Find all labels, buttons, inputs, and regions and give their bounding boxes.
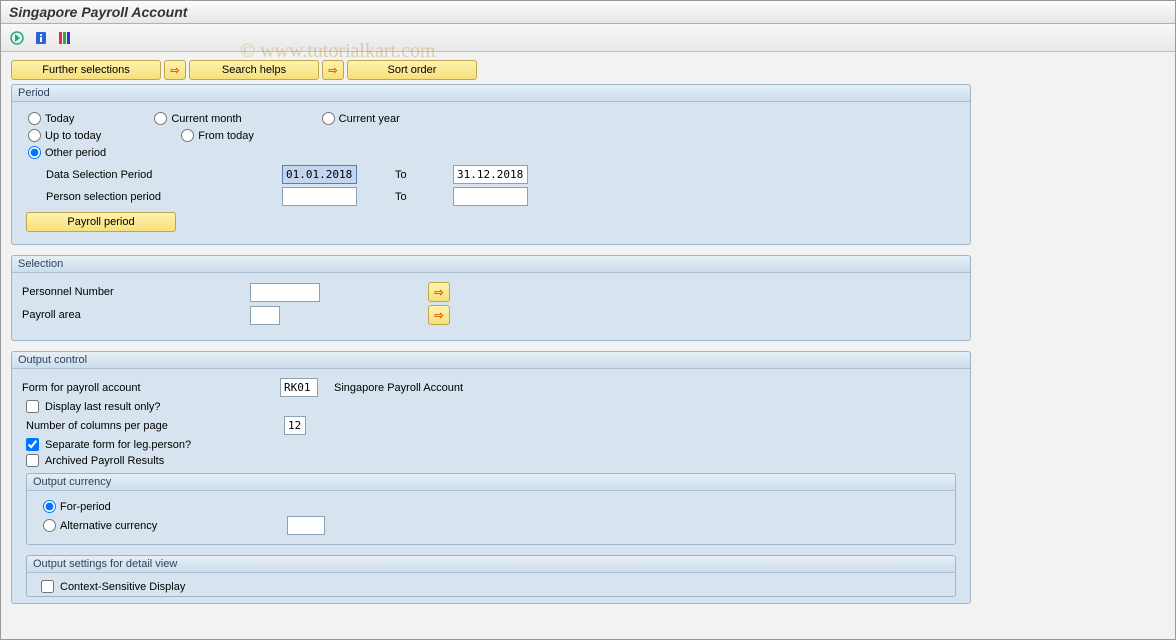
group-title: Output control (12, 352, 970, 369)
app-window: Singapore Payroll Account © www.tutorial… (0, 0, 1176, 640)
action-button-row: Further selections ⇨ Search helps ⇨ Sort… (11, 60, 1165, 80)
payroll-area-label: Payroll area (22, 309, 242, 321)
form-desc: Singapore Payroll Account (334, 382, 463, 394)
content-area: Further selections ⇨ Search helps ⇨ Sort… (1, 52, 1175, 612)
period-group: Period Today Current month Current year … (11, 84, 971, 245)
person-selection-label: Person selection period (46, 191, 206, 203)
page-title: Singapore Payroll Account (9, 4, 187, 20)
person-selection-to-input[interactable] (453, 187, 528, 206)
form-label: Form for payroll account (22, 382, 272, 394)
search-helps-arrow-button[interactable]: ⇨ (164, 60, 186, 80)
sort-order-button[interactable]: Sort order (347, 60, 477, 80)
separate-form-checkbox[interactable] (26, 438, 39, 451)
output-currency-group: Output currency For-period Alternative c… (26, 473, 956, 545)
for-period-radio[interactable]: For-period (43, 500, 111, 513)
columns-input[interactable] (284, 416, 306, 435)
payroll-area-input[interactable] (250, 306, 280, 325)
group-title: Selection (12, 256, 970, 273)
payroll-area-multi-button[interactable]: ⇨ (428, 305, 450, 325)
further-selections-button[interactable]: Further selections (11, 60, 161, 80)
period-current-year-radio[interactable]: Current year (322, 112, 400, 125)
checkbox-label: Separate form for leg.person? (45, 439, 191, 451)
sort-order-arrow-button[interactable]: ⇨ (322, 60, 344, 80)
form-code-input[interactable] (280, 378, 318, 397)
execute-icon[interactable] (7, 28, 27, 48)
button-label: Sort order (388, 64, 437, 76)
checkbox-label: Context-Sensitive Display (60, 581, 185, 593)
data-selection-label: Data Selection Period (46, 169, 206, 181)
output-control-group: Output control Form for payroll account … (11, 351, 971, 604)
to-label: To (395, 191, 445, 203)
search-helps-button[interactable]: Search helps (189, 60, 319, 80)
alternative-currency-radio[interactable]: Alternative currency (43, 519, 223, 532)
archived-results-checkbox[interactable] (26, 454, 39, 467)
period-from-today-radio[interactable]: From today (181, 129, 254, 142)
button-label: Further selections (42, 64, 129, 76)
personnel-number-label: Personnel Number (22, 286, 242, 298)
to-label: To (395, 169, 445, 181)
period-other-radio[interactable]: Other period (28, 146, 106, 159)
group-title: Output currency (27, 474, 955, 491)
variant-icon[interactable] (55, 28, 75, 48)
context-sensitive-checkbox[interactable] (41, 580, 54, 593)
toolbar (1, 24, 1175, 52)
button-label: Payroll period (67, 216, 134, 228)
output-settings-group: Output settings for detail view Context-… (26, 555, 956, 597)
info-icon[interactable] (31, 28, 51, 48)
period-current-month-radio[interactable]: Current month (154, 112, 241, 125)
checkbox-label: Display last result only? (45, 401, 161, 413)
person-selection-from-input[interactable] (282, 187, 357, 206)
period-today-radio[interactable]: Today (28, 112, 74, 125)
group-title: Period (12, 85, 970, 102)
title-bar: Singapore Payroll Account (1, 1, 1175, 24)
personnel-number-input[interactable] (250, 283, 320, 302)
selection-group: Selection Personnel Number ⇨ Payroll are… (11, 255, 971, 341)
data-selection-from-input[interactable] (282, 165, 357, 184)
data-selection-to-input[interactable] (453, 165, 528, 184)
checkbox-label: Archived Payroll Results (45, 455, 164, 467)
display-last-result-checkbox[interactable] (26, 400, 39, 413)
personnel-number-multi-button[interactable]: ⇨ (428, 282, 450, 302)
group-title: Output settings for detail view (27, 556, 955, 573)
payroll-period-button[interactable]: Payroll period (26, 212, 176, 232)
alternative-currency-input[interactable] (287, 516, 325, 535)
button-label: Search helps (222, 64, 286, 76)
columns-label: Number of columns per page (26, 420, 276, 432)
period-up-to-today-radio[interactable]: Up to today (28, 129, 101, 142)
